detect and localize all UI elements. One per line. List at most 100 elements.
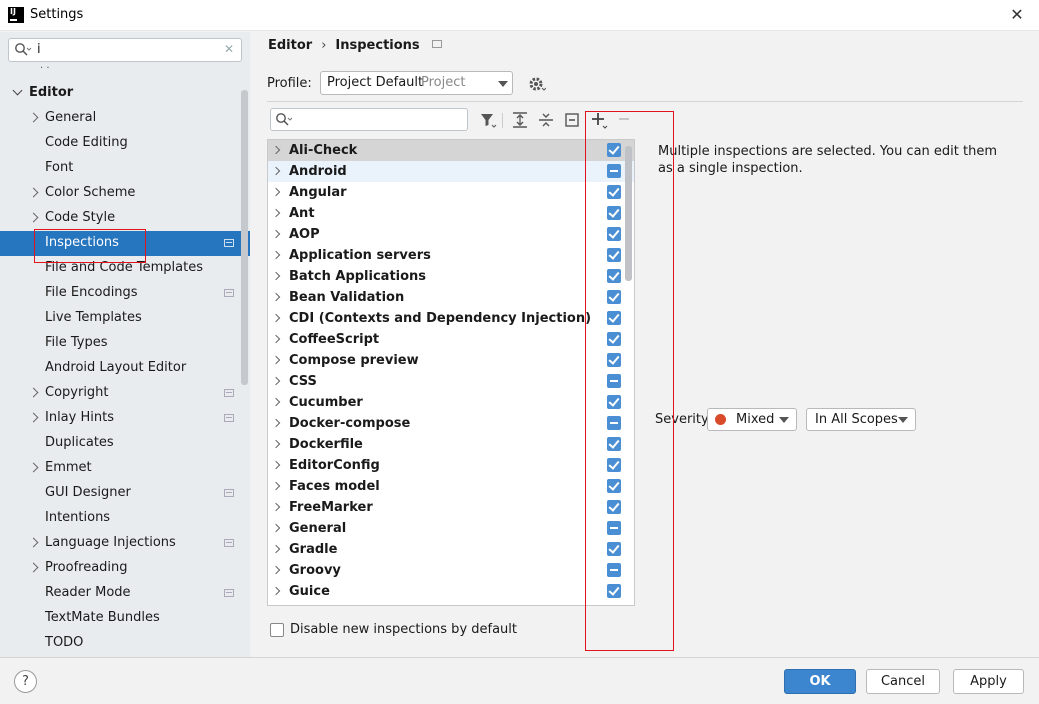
sidebar-item-todo[interactable]: TODO xyxy=(0,631,250,656)
inspection-row[interactable]: Angular xyxy=(268,182,634,203)
scope-select[interactable]: In All Scopes xyxy=(806,408,916,431)
inspection-row[interactable]: CoffeeScript xyxy=(268,329,634,350)
disable-new-inspections-label[interactable]: Disable new inspections by default xyxy=(290,622,517,637)
inspection-label: Compose preview xyxy=(289,353,419,368)
apply-button[interactable]: Apply xyxy=(953,669,1024,694)
chevron-right-icon[interactable] xyxy=(271,502,281,512)
sidebar-item-file-encodings[interactable]: File Encodings xyxy=(0,281,250,306)
gear-icon[interactable] xyxy=(528,75,546,93)
inspection-row[interactable]: CDI (Contexts and Dependency Injection) xyxy=(268,308,634,329)
chevron-right-icon xyxy=(28,462,39,473)
annotation-highlight-checkbox-column xyxy=(585,111,674,651)
sidebar-item-label: Code Style xyxy=(45,210,116,225)
inspection-row[interactable]: EditorConfig xyxy=(268,455,634,476)
sidebar-item-reader-mode[interactable]: Reader Mode xyxy=(0,581,250,606)
chevron-right-icon[interactable] xyxy=(271,397,281,407)
inspection-row[interactable]: Ali-Check xyxy=(268,140,634,161)
inspection-row[interactable]: Docker-compose xyxy=(268,413,634,434)
collapse-all-icon[interactable] xyxy=(537,111,555,129)
inspection-row[interactable]: Application servers xyxy=(268,245,634,266)
sidebar-item-font[interactable]: Font xyxy=(0,156,250,181)
tree-group-editor[interactable]: Editor xyxy=(0,82,240,106)
sidebar-item-general[interactable]: General xyxy=(0,106,250,131)
severity-select[interactable]: Mixed xyxy=(707,408,797,431)
inspection-row[interactable]: AOP xyxy=(268,224,634,245)
inspection-row[interactable]: Faces model xyxy=(268,476,634,497)
chevron-right-icon[interactable] xyxy=(271,544,281,554)
sidebar-item-language-injections[interactable]: Language Injections xyxy=(0,531,250,556)
search-icon xyxy=(15,43,32,56)
chevron-right-icon[interactable] xyxy=(271,271,281,281)
chevron-right-icon[interactable] xyxy=(271,166,281,176)
expand-all-icon[interactable] xyxy=(511,111,529,129)
footer-divider xyxy=(0,657,1039,658)
sidebar-item-inlay-hints[interactable]: Inlay Hints xyxy=(0,406,250,431)
sidebar-item-emmet[interactable]: Emmet xyxy=(0,456,250,481)
sidebar-item-label: Reader Mode xyxy=(45,585,131,600)
chevron-right-icon[interactable] xyxy=(271,334,281,344)
chevron-right-icon[interactable] xyxy=(271,460,281,470)
profile-select[interactable]: Project Default Project xyxy=(320,71,513,95)
inspection-row[interactable]: Compose preview xyxy=(268,350,634,371)
settings-search-input[interactable]: i ✕ xyxy=(8,38,242,62)
sidebar-item-file-types[interactable]: File Types xyxy=(0,331,250,356)
inspection-label: Application servers xyxy=(289,248,431,263)
sidebar-item-copyright[interactable]: Copyright xyxy=(0,381,250,406)
inspection-row[interactable]: Dockerfile xyxy=(268,434,634,455)
chevron-right-icon[interactable] xyxy=(271,586,281,596)
inspection-row[interactable]: Android xyxy=(268,161,634,182)
sidebar-scrollbar[interactable] xyxy=(241,90,248,385)
cancel-button[interactable]: Cancel xyxy=(866,669,940,694)
inspection-row[interactable]: Groovy xyxy=(268,560,634,581)
close-icon[interactable]: ✕ xyxy=(1006,4,1028,26)
chevron-right-icon[interactable] xyxy=(271,187,281,197)
sidebar-item-gui-designer[interactable]: GUI Designer xyxy=(0,481,250,506)
disable-new-inspections-checkbox[interactable] xyxy=(270,623,284,637)
sidebar-item-color-scheme[interactable]: Color Scheme xyxy=(0,181,250,206)
chevron-right-icon[interactable] xyxy=(271,292,281,302)
sidebar-item-duplicates[interactable]: Duplicates xyxy=(0,431,250,456)
sidebar-item-android-layout-editor[interactable]: Android Layout Editor xyxy=(0,356,250,381)
sidebar-item-code-editing[interactable]: Code Editing xyxy=(0,131,250,156)
inspection-row[interactable]: FreeMarker xyxy=(268,497,634,518)
sidebar-item-textmate-bundles[interactable]: TextMate Bundles xyxy=(0,606,250,631)
chevron-right-icon[interactable] xyxy=(271,418,281,428)
chevron-right-icon[interactable] xyxy=(271,439,281,449)
chevron-right-icon xyxy=(28,562,39,573)
help-button[interactable]: ? xyxy=(14,670,37,693)
inspection-row[interactable]: CSS xyxy=(268,371,634,392)
inspection-label: Bean Validation xyxy=(289,290,405,305)
breadcrumb-parent[interactable]: Editor xyxy=(268,38,312,53)
inspection-label: EditorConfig xyxy=(289,458,380,473)
sidebar-item-intentions[interactable]: Intentions xyxy=(0,506,250,531)
inspection-filter-input[interactable] xyxy=(270,108,468,131)
inspection-row[interactable]: General xyxy=(268,518,634,539)
toolbar-separator xyxy=(502,113,503,128)
chevron-right-icon[interactable] xyxy=(271,313,281,323)
sidebar-item-label: TODO xyxy=(45,635,84,650)
inspection-row[interactable]: Ant xyxy=(268,203,634,224)
chevron-right-icon[interactable] xyxy=(271,376,281,386)
chevron-right-icon[interactable] xyxy=(271,565,281,575)
reset-to-default-icon[interactable] xyxy=(563,111,581,129)
sidebar-item-proofreading[interactable]: Proofreading xyxy=(0,556,250,581)
profile-value: Project Default xyxy=(327,75,424,90)
chevron-right-icon[interactable] xyxy=(271,355,281,365)
inspection-row[interactable]: Cucumber xyxy=(268,392,634,413)
chevron-right-icon[interactable] xyxy=(271,523,281,533)
chevron-right-icon[interactable] xyxy=(271,229,281,239)
inspection-row[interactable]: Batch Applications xyxy=(268,266,634,287)
chevron-right-icon[interactable] xyxy=(271,145,281,155)
project-level-icon xyxy=(224,414,234,422)
sidebar-item-code-style[interactable]: Code Style xyxy=(0,206,250,231)
clear-search-icon[interactable]: ✕ xyxy=(224,42,234,56)
chevron-right-icon[interactable] xyxy=(271,250,281,260)
inspection-row[interactable]: Bean Validation xyxy=(268,287,634,308)
chevron-right-icon[interactable] xyxy=(271,481,281,491)
sidebar-item-live-templates[interactable]: Live Templates xyxy=(0,306,250,331)
filter-icon[interactable] xyxy=(479,111,497,129)
inspection-row[interactable]: Gradle xyxy=(268,539,634,560)
ok-button[interactable]: OK xyxy=(784,669,856,694)
chevron-right-icon[interactable] xyxy=(271,208,281,218)
inspection-row[interactable]: Guice xyxy=(268,581,634,602)
